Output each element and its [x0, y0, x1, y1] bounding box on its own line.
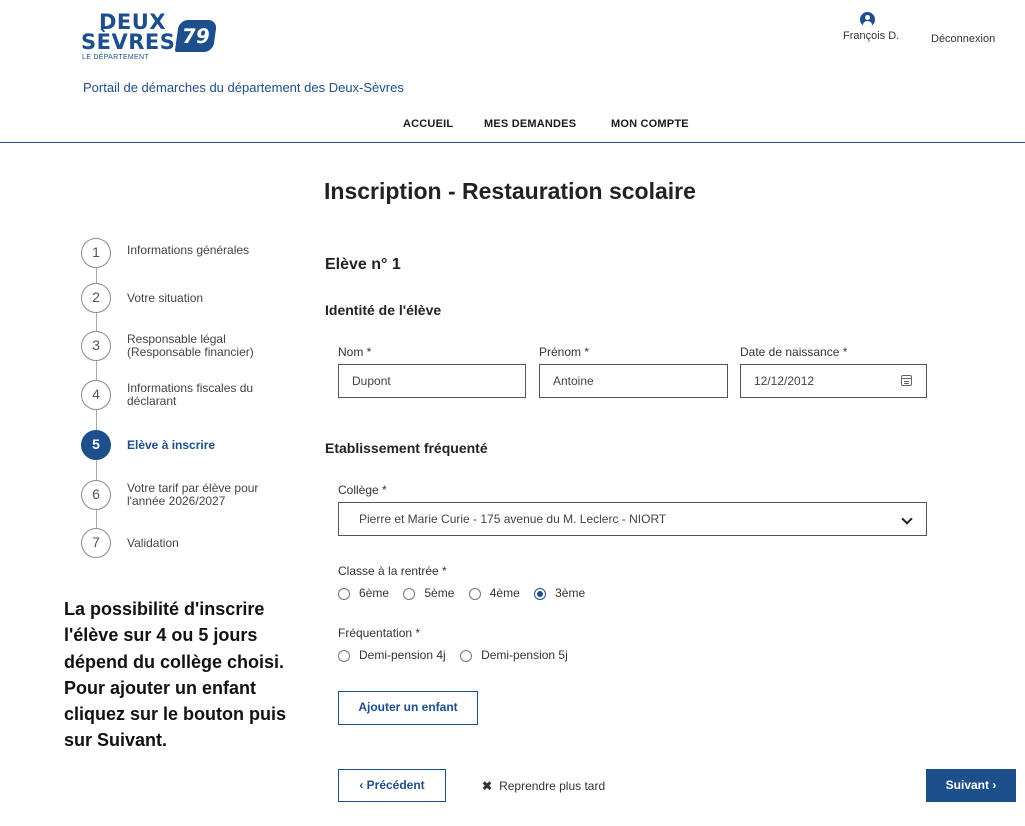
school-heading: Etablissement fréquenté — [325, 440, 488, 456]
step-number: 4 — [81, 380, 111, 410]
calendar-icon[interactable] — [901, 375, 912, 386]
college-label: Collège * — [338, 483, 387, 497]
resume-later-label: Reprendre plus tard — [499, 779, 606, 793]
radio-selected-icon[interactable] — [534, 587, 547, 600]
step-number: 2 — [81, 283, 111, 313]
nav-mes-demandes[interactable]: MES DEMANDES — [484, 118, 576, 130]
header-divider — [0, 142, 1025, 143]
frequentation-label: Fréquentation * — [338, 626, 421, 640]
step-number: 3 — [81, 331, 111, 361]
nom-label: Nom * — [338, 345, 372, 359]
classe-option-label: 6ème — [359, 585, 390, 600]
classe-option-6eme[interactable]: 6ème — [338, 586, 389, 600]
date-naissance-value: 12/12/2012 — [754, 374, 815, 388]
step-label: Informations générales — [127, 243, 250, 257]
classe-option-5eme[interactable]: 5ème — [403, 586, 454, 600]
radio-icon[interactable] — [338, 649, 350, 662]
user-account[interactable]: François D. — [843, 12, 900, 42]
stepper-connector — [96, 460, 97, 480]
date-naissance-input[interactable]: 12/12/2012 — [740, 364, 927, 398]
college-select[interactable]: Pierre et Marie Curie - 175 avenue du M.… — [338, 502, 927, 536]
stepper-connector — [96, 268, 97, 283]
chevron-down-icon — [901, 513, 913, 525]
step-label: Votre tarif par élève pour l'année 2026/… — [127, 481, 259, 508]
previous-button[interactable]: ‹ Précédent — [338, 769, 446, 802]
nav-mon-compte[interactable]: MON COMPTE — [611, 118, 689, 130]
user-icon — [859, 12, 875, 27]
classe-option-label: 4ème — [489, 585, 520, 600]
step-label-current: Elève à inscrire — [127, 438, 216, 452]
user-name: François D. — [843, 30, 900, 42]
help-callout: La possibilité d'inscrire l'élève sur 4 … — [64, 599, 287, 751]
step-number: 6 — [81, 480, 111, 510]
frequentation-option-4j[interactable]: Demi-pension 4j — [338, 648, 446, 662]
college-selected-value: Pierre et Marie Curie - 175 avenue du M.… — [359, 512, 667, 526]
step-label: Votre situation — [127, 291, 204, 305]
prenom-input[interactable]: Antoine — [539, 364, 728, 398]
stepper-connector — [96, 510, 97, 528]
classe-label: Classe à la rentrée * — [338, 564, 447, 578]
logo-text-sevres: SÈVRES — [81, 30, 176, 54]
step-label: Informations fiscales du déclarant — [127, 381, 254, 408]
classe-option-4eme[interactable]: 4ème — [468, 585, 520, 600]
radio-icon[interactable] — [468, 587, 481, 600]
resume-later-link[interactable]: ✖ Reprendre plus tard — [482, 779, 605, 793]
nav-accueil[interactable]: ACCUEIL — [403, 118, 453, 130]
date-naissance-label: Date de naissance * — [740, 345, 848, 359]
radio-icon[interactable] — [403, 587, 416, 600]
classe-option-label: 5ème — [424, 585, 455, 600]
step-number: 1 — [81, 238, 111, 268]
frequentation-option-label: Demi-pension 5j — [481, 647, 568, 662]
logo-text-departement: LE DÉPARTEMENT — [82, 54, 149, 61]
frequentation-option-label: Demi-pension 4j — [359, 647, 446, 662]
stepper-connector — [96, 410, 97, 430]
identity-heading: Identité de l'élève — [325, 302, 442, 318]
step-number-current: 5 — [81, 430, 111, 460]
classe-radio-group: 6ème 5ème 4ème 3ème — [338, 585, 596, 600]
classe-option-3eme[interactable]: 3ème — [534, 586, 585, 600]
logout-link[interactable]: Déconnexion — [931, 33, 995, 45]
step-label: Responsable légal (Responsable financier… — [127, 332, 254, 359]
close-icon: ✖ — [482, 779, 493, 793]
step-label: Validation — [127, 536, 179, 550]
page-title: Inscription - Restauration scolaire — [324, 178, 696, 204]
radio-icon[interactable] — [338, 587, 350, 600]
stepper-connector — [96, 361, 97, 380]
nom-input[interactable]: Dupont — [338, 364, 526, 398]
stepper-connector — [96, 313, 97, 331]
student-heading: Elève n° 1 — [325, 256, 401, 273]
frequentation-option-5j[interactable]: Demi-pension 5j — [460, 648, 568, 662]
add-child-button[interactable]: Ajouter un enfant — [338, 691, 478, 725]
next-button[interactable]: Suivant › — [926, 769, 1016, 802]
radio-icon[interactable] — [460, 649, 473, 662]
step-number: 7 — [81, 528, 111, 558]
prenom-label: Prénom * — [539, 345, 590, 359]
classe-option-label: 3ème — [555, 585, 586, 600]
portal-tagline: Portail de démarches du département des … — [83, 80, 404, 95]
deux-sevres-logo[interactable]: DEUX SÈVRES LE DÉPARTEMENT 79 — [81, 10, 221, 66]
frequentation-radio-group: Demi-pension 4j Demi-pension 5j — [338, 647, 579, 662]
logo-badge-79: 79 — [174, 20, 218, 52]
